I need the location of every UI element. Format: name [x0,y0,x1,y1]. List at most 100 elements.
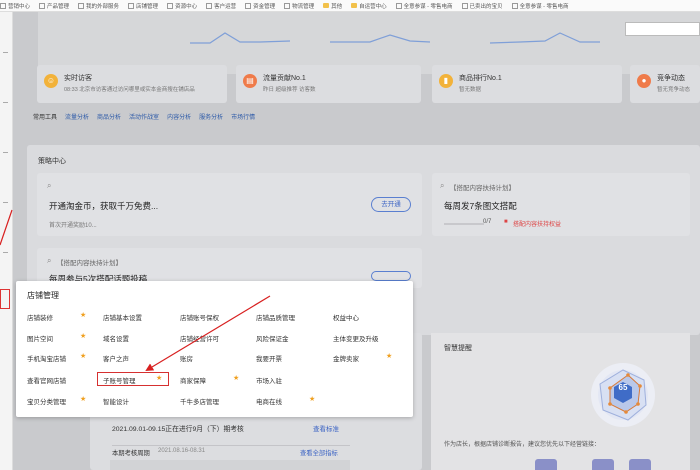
period-date: 2021.08.16-08.31 [158,448,206,454]
menu-item[interactable]: 店铺基本设置 [103,312,142,322]
suggestion-button[interactable] [592,459,614,470]
menu-item[interactable]: 市场入驻 [256,375,282,385]
bookmark-item[interactable]: 客户运营 [206,2,236,10]
card-title: 流量贡献No.1 [263,75,306,82]
card-subtitle: 暂无数据 [459,87,482,93]
bookmarks-bar: 营销中心 产品管理 我的外部服务 店铺管理 资源中心 客户运营 资金管理 物流管… [0,0,700,12]
menu-item[interactable]: 主体变更及升级 [333,333,379,343]
menu-item[interactable]: 查看官网店铺 [27,375,66,385]
product-rank-card[interactable]: ▮ 商品排行No.1 暂无数据 [432,65,622,103]
page-icon [461,2,468,9]
menu-item[interactable]: 店铺经营许可 [180,333,219,343]
favorite-star-icon[interactable]: ★ [80,311,86,319]
menu-item[interactable]: 客户之声 [103,353,129,363]
folder-icon [351,3,358,8]
sparkline-chart [330,34,430,43]
menu-item[interactable]: 店铺品质管理 [256,312,295,322]
favorite-star-icon[interactable]: ★ [386,352,392,360]
traffic-icon: ▤ [243,74,257,88]
sidebar-item[interactable] [3,252,8,253]
sparkline-chart [490,32,600,44]
strategy-card-tag: 【搭配内容扶持计划】 [450,185,515,192]
search-input[interactable] [625,22,700,36]
menu-item[interactable]: 账房 [180,353,193,363]
tool-link[interactable]: 流量分析 [65,112,89,121]
bookmark-item[interactable]: 资源中心 [167,2,197,10]
menu-item[interactable]: 电商在线 [256,396,282,406]
menu-item[interactable]: 千牛多店管理 [180,396,219,406]
page-icon [167,2,174,9]
traffic-contribution-card[interactable]: ▤ 流量贡献No.1 昨日 超级推荐 访客数 [236,65,421,103]
bookmark-item[interactable]: 全意参谋 - 零售电商 [395,2,453,10]
sidebar-item[interactable] [3,152,8,153]
bookmark-item[interactable]: 已卖出的宝贝 [461,2,503,10]
bookmark-folder[interactable]: 自运营中心 [351,2,387,10]
view-standard-link[interactable]: 查看标准 [313,423,339,433]
health-score-gauge [591,363,655,427]
menu-item[interactable]: 风险保证金 [256,333,289,343]
menu-item[interactable]: 域名设置 [103,333,129,343]
favorite-star-icon[interactable]: ★ [233,374,239,382]
menu-item[interactable]: 权益中心 [333,312,359,322]
bookmark-item[interactable]: 物流管理 [284,2,314,10]
menu-item[interactable]: 宝贝分类管理 [27,396,66,406]
menu-item[interactable]: 商家保障 [180,375,206,385]
favorite-star-icon[interactable]: ★ [309,395,315,403]
suggestion-button[interactable] [629,459,651,470]
bookmark-label: 资源中心 [175,3,198,10]
bookmark-item[interactable]: 营销中心 [0,2,30,10]
strategy-card[interactable]: ⌕ 开通淘金币，获取千万免费... 首次开通奖励10... [37,173,422,236]
sidebar-item[interactable] [3,102,8,103]
bookmark-item[interactable]: 我的外部服务 [78,2,119,10]
suggestion-button[interactable] [535,459,557,470]
smart-title: 智慧提醒 [444,345,472,352]
card-subtitle: 暂无竞争动态 [657,87,691,93]
strategy-card-tag: 【搭配内容扶持计划】 [57,260,122,267]
open-button[interactable]: 去开通 [371,197,411,212]
health-score: 65 [618,383,628,392]
section-title: 策略中心 [38,158,66,165]
tool-link[interactable]: 服务分析 [199,112,223,121]
tool-link[interactable]: 市场行情 [231,112,255,121]
folder-icon [323,3,330,8]
bookmark-folder[interactable]: 其他 [323,2,342,10]
page-icon [0,2,6,9]
bookmark-label: 营销中心 [8,3,31,10]
page-icon [511,2,518,9]
card-title: 竞争动态 [657,75,685,82]
card-subtitle: 08:33 北京市访客通过访问哪里或实本金商搜在铺店品 [64,87,195,93]
tool-link[interactable]: 商品分析 [97,112,121,121]
menu-item[interactable]: 店铺装修 [27,312,53,322]
view-all-indicators-link[interactable]: 查看全部指标 [300,448,338,457]
sidebar-item[interactable] [3,52,8,53]
bookmark-label: 全意参谋 - 零售电商 [403,3,453,10]
bookmark-label: 自运营中心 [359,3,387,10]
menu-item[interactable]: 店铺账号保权 [180,312,219,322]
favorite-star-icon[interactable]: ★ [80,352,86,360]
user-icon: ☺ [44,74,58,88]
card-title: 商品排行No.1 [459,75,502,82]
open-button-partial[interactable] [371,271,411,281]
strategy-card-title: 开通淘金币，获取千万免费... [49,201,159,211]
bookmark-item[interactable]: 资金管理 [245,2,275,10]
bookmark-item[interactable]: 产品管理 [39,2,69,10]
realtime-visitors-card[interactable]: ☺ 实时访客 08:33 北京市访客通过访问哪里或实本金商搜在铺店品 [37,65,227,103]
favorite-star-icon[interactable]: ★ [80,395,86,403]
sidebar-item[interactable] [3,202,8,203]
bookmark-item[interactable]: 全意参谋 - 零售电商 [511,2,568,10]
menu-item[interactable]: 我要开票 [256,353,282,363]
competition-card[interactable]: ● 竞争动态 暂无竞争动态 [630,65,700,103]
menu-item[interactable]: 图片空间 [27,333,53,343]
menu-item[interactable]: 手机淘宝店铺 [27,353,66,363]
strategy-card[interactable]: ⌕ 【搭配内容扶持计划】 每周发7条图文搭配 0/7 ■ 搭配内容扶持权益 [432,173,690,236]
menu-item[interactable]: 智能设计 [103,396,129,406]
sub-account-highlight-box [97,372,169,386]
favorite-star-icon[interactable]: ★ [80,332,86,340]
left-sidebar [0,12,13,470]
reward-link[interactable]: 搭配内容扶持权益 [513,219,561,228]
tool-link[interactable]: 内容分析 [167,112,191,121]
bookmark-item[interactable]: 店铺管理 [128,2,158,10]
sidebar-highlight-box [0,289,10,309]
menu-item[interactable]: 金牌卖家 [333,353,359,363]
tool-link[interactable]: 活动作战室 [129,112,159,121]
